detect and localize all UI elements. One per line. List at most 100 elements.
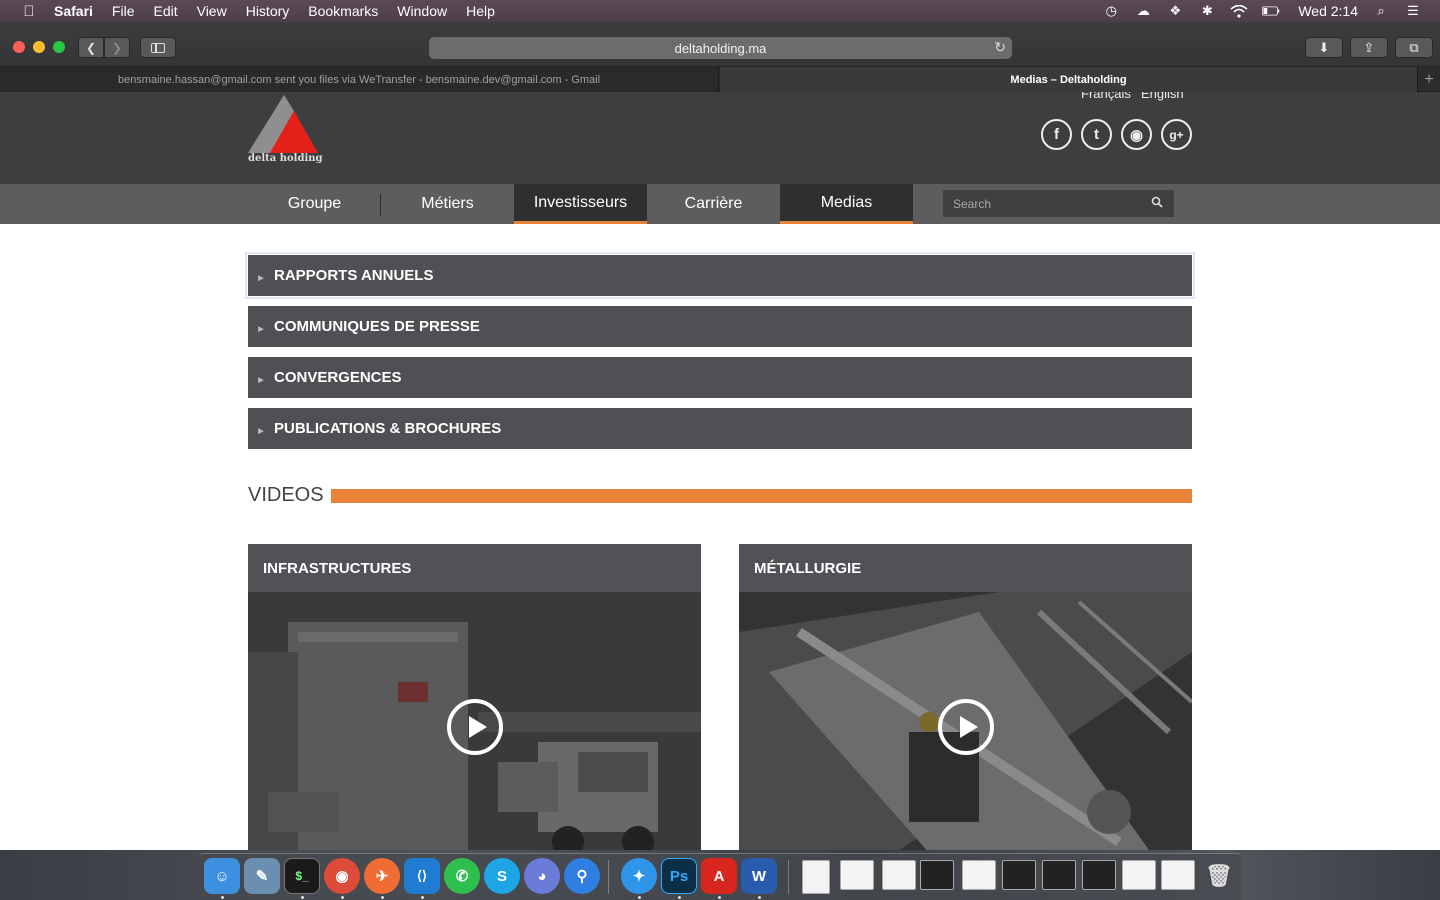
tabs-icon: ⧉ bbox=[1409, 39, 1419, 55]
caret-right-icon: ▶ bbox=[258, 274, 264, 282]
photoshop-icon[interactable]: Ps bbox=[661, 858, 697, 894]
caret-right-icon: ▶ bbox=[258, 376, 264, 384]
nav-metiers[interactable]: Métiers bbox=[381, 184, 514, 224]
dropbox-icon[interactable]: ❖ bbox=[1166, 3, 1184, 18]
running-indicator bbox=[221, 896, 224, 899]
menu-file[interactable]: File bbox=[112, 3, 135, 19]
video-thumbnail[interactable] bbox=[739, 592, 1192, 850]
running-indicator bbox=[421, 896, 424, 899]
sidebar-toggle-button[interactable] bbox=[140, 37, 176, 58]
minimized-window-icon[interactable] bbox=[962, 860, 996, 890]
play-button-icon[interactable] bbox=[938, 699, 994, 755]
facebook-icon[interactable]: f bbox=[1041, 119, 1072, 150]
language-english-link[interactable]: English bbox=[1141, 92, 1184, 101]
safari-toolbar: ❮ ❯ deltaholding.ma ↻ ⬇ ⇪ ⧉ bbox=[0, 22, 1440, 67]
share-button[interactable]: ⇪ bbox=[1350, 37, 1388, 58]
minimized-window-icon[interactable] bbox=[1161, 860, 1195, 890]
apple-menu-icon[interactable]:  bbox=[18, 3, 40, 20]
close-window-button[interactable] bbox=[13, 41, 25, 53]
logo-text: delta holding bbox=[248, 153, 323, 164]
tab-medias[interactable]: Medias – Deltaholding bbox=[720, 67, 1417, 92]
minimized-window-icon[interactable] bbox=[882, 860, 916, 890]
whatsapp-icon[interactable]: ✆ bbox=[444, 858, 480, 894]
downloads-button[interactable]: ⬇ bbox=[1305, 37, 1343, 58]
accordion-label: PUBLICATIONS & BROCHURES bbox=[274, 420, 502, 437]
document-icon[interactable] bbox=[802, 860, 830, 894]
trash-icon[interactable]: 🗑 bbox=[1201, 858, 1237, 894]
videos-heading-rule bbox=[331, 489, 1192, 503]
nav-carriere[interactable]: Carrière bbox=[647, 184, 780, 224]
safari-icon[interactable]: ✦ bbox=[621, 858, 657, 894]
language-french-link[interactable]: Français bbox=[1081, 92, 1131, 101]
creative-cloud-icon[interactable]: ☁ bbox=[1134, 3, 1152, 18]
minimize-window-button[interactable] bbox=[33, 41, 45, 53]
skype-icon[interactable]: S bbox=[484, 858, 520, 894]
vscode-icon[interactable]: ⟨⟩ bbox=[404, 858, 440, 894]
preview-icon[interactable]: ✎ bbox=[244, 858, 280, 894]
sidebar-icon bbox=[151, 42, 165, 53]
tab-overview-button[interactable]: ⧉ bbox=[1395, 37, 1433, 58]
address-bar[interactable]: deltaholding.ma ↻ bbox=[429, 37, 1012, 59]
url-text: deltaholding.ma bbox=[674, 40, 767, 56]
menu-history[interactable]: History bbox=[246, 3, 290, 19]
running-indicator bbox=[758, 896, 761, 899]
site-search-input[interactable] bbox=[943, 190, 1174, 217]
chrome-icon[interactable]: ◉ bbox=[324, 858, 360, 894]
menu-help[interactable]: Help bbox=[466, 3, 495, 19]
site-header: delta holding Français English f t ◉ g+ bbox=[0, 92, 1440, 184]
minimized-window-icon[interactable] bbox=[1082, 860, 1116, 890]
video-thumbnail[interactable] bbox=[248, 592, 701, 850]
minimized-window-icon[interactable] bbox=[1122, 860, 1156, 890]
accordion-convergences[interactable]: ▶ CONVERGENCES bbox=[248, 357, 1192, 398]
video-card-infrastructures[interactable]: INFRASTRUCTURES bbox=[248, 544, 701, 850]
play-button-icon[interactable] bbox=[447, 699, 503, 755]
new-tab-button[interactable]: + bbox=[1417, 67, 1440, 92]
running-indicator bbox=[678, 896, 681, 899]
menu-edit[interactable]: Edit bbox=[153, 3, 177, 19]
terminal-icon[interactable]: $_ bbox=[284, 858, 320, 894]
video-title: INFRASTRUCTURES bbox=[248, 544, 701, 592]
share-icon: ⇪ bbox=[1363, 39, 1375, 55]
menu-window[interactable]: Window bbox=[397, 3, 447, 19]
wifi-icon[interactable] bbox=[1230, 4, 1248, 18]
menubar-clock[interactable]: Wed 2:14 bbox=[1298, 3, 1358, 19]
nav-investisseurs[interactable]: Investisseurs bbox=[514, 184, 647, 224]
accordion-label: RAPPORTS ANNUELS bbox=[274, 267, 434, 284]
fullscreen-window-button[interactable] bbox=[53, 41, 65, 53]
nav-groupe[interactable]: Groupe bbox=[248, 184, 381, 224]
notification-center-icon[interactable]: ☰ bbox=[1404, 3, 1422, 18]
search-icon[interactable] bbox=[1151, 196, 1165, 210]
web-page: delta holding Français English f t ◉ g+ … bbox=[0, 92, 1440, 850]
time-machine-icon[interactable]: ◷ bbox=[1102, 3, 1120, 18]
minimized-window-icon[interactable] bbox=[840, 860, 874, 890]
spotlight-search-icon[interactable]: ⌕ bbox=[1372, 3, 1390, 18]
minimized-window-icon[interactable] bbox=[1002, 860, 1036, 890]
battery-icon[interactable] bbox=[1262, 4, 1280, 18]
bluetooth-icon[interactable]: ✱ bbox=[1198, 3, 1216, 18]
rss-icon[interactable]: ◉ bbox=[1121, 119, 1152, 150]
minimized-window-icon[interactable] bbox=[920, 860, 954, 890]
google-plus-icon[interactable]: g+ bbox=[1161, 119, 1192, 150]
acrobat-icon[interactable]: A bbox=[701, 858, 737, 894]
menu-safari[interactable]: Safari bbox=[54, 3, 93, 19]
forward-button[interactable]: ❯ bbox=[104, 37, 130, 58]
running-indicator bbox=[718, 896, 721, 899]
accordion-publications-brochures[interactable]: ▶ PUBLICATIONS & BROCHURES bbox=[248, 408, 1192, 449]
running-indicator bbox=[638, 896, 641, 899]
minimized-window-icon[interactable] bbox=[1042, 860, 1076, 890]
accordion-rapports-annuels[interactable]: ▶ RAPPORTS ANNUELS bbox=[245, 252, 1195, 299]
menu-bookmarks[interactable]: Bookmarks bbox=[308, 3, 378, 19]
nav-medias[interactable]: Medias bbox=[780, 184, 913, 224]
back-button[interactable]: ❮ bbox=[78, 37, 104, 58]
accordion-communiques-de-presse[interactable]: ▶ COMMUNIQUES DE PRESSE bbox=[248, 306, 1192, 347]
word-icon[interactable]: W bbox=[741, 858, 777, 894]
tab-gmail[interactable]: bensmaine.hassan@gmail.com sent you file… bbox=[0, 67, 719, 92]
video-card-metallurgie[interactable]: MÉTALLURGIE bbox=[739, 544, 1192, 850]
twitter-icon[interactable]: t bbox=[1081, 119, 1112, 150]
finder-icon[interactable]: ☺ bbox=[204, 858, 240, 894]
reload-icon[interactable]: ↻ bbox=[994, 39, 1006, 56]
postman-icon[interactable]: ✈ bbox=[364, 858, 400, 894]
maps-pin-icon[interactable]: ⚲ bbox=[564, 858, 600, 894]
menu-view[interactable]: View bbox=[197, 3, 227, 19]
discord-icon[interactable]: ◕ bbox=[524, 858, 560, 894]
